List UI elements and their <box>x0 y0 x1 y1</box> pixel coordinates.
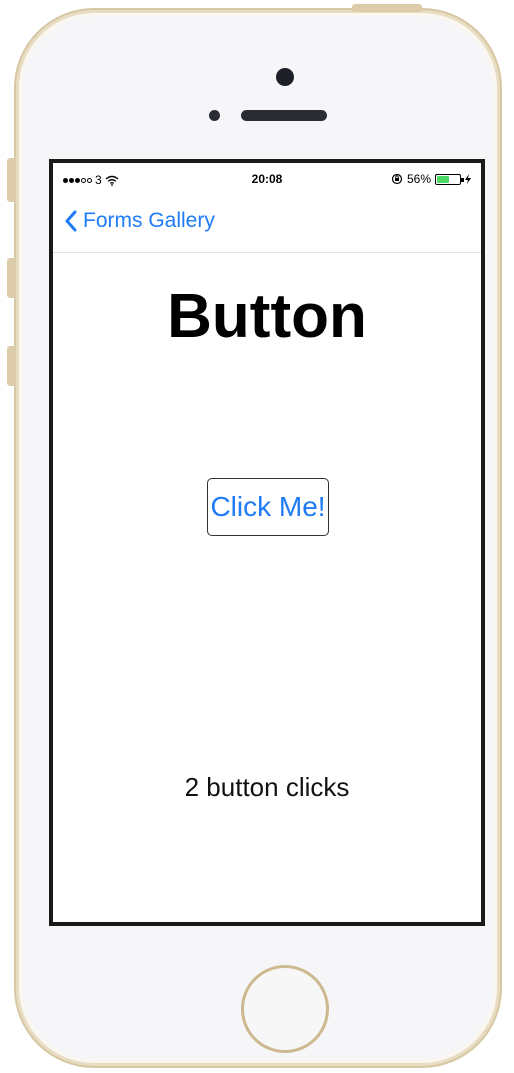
mute-switch[interactable] <box>7 158 16 202</box>
status-bar: 3 20:08 56% <box>53 163 481 199</box>
earpiece-speaker <box>241 110 327 121</box>
home-button[interactable] <box>241 965 329 1053</box>
battery-level <box>437 175 450 183</box>
power-button[interactable] <box>352 4 422 12</box>
back-button[interactable]: Forms Gallery <box>65 209 215 233</box>
status-right: 56% <box>391 172 471 186</box>
app-screen: 3 20:08 56% Forms Gallery Button Click M… <box>49 159 485 926</box>
click-count-label: 2 button clicks <box>184 772 350 802</box>
navigation-bar: Forms Gallery <box>53 199 481 253</box>
back-button-label: Forms Gallery <box>83 209 215 232</box>
charging-bolt-icon <box>465 174 471 184</box>
orientation-lock-icon <box>391 173 403 185</box>
front-camera <box>276 68 294 86</box>
click-me-button[interactable]: Click Me! <box>207 478 329 536</box>
battery-icon <box>435 173 464 185</box>
page-title: Button <box>167 282 367 351</box>
volume-down-button[interactable] <box>7 346 16 386</box>
proximity-sensor <box>209 110 220 121</box>
battery-percent: 56% <box>406 172 431 186</box>
volume-up-button[interactable] <box>7 258 16 298</box>
chevron-left-icon <box>65 210 77 232</box>
